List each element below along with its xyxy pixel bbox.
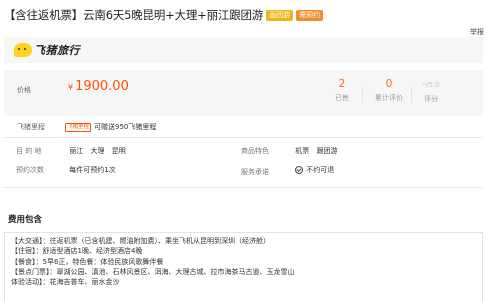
features-values: 机票 跟团游 bbox=[295, 147, 342, 155]
booking-label: 预约次数 bbox=[16, 166, 44, 174]
fee-details-box: 【大交通】：往返机票（已含机建、燃油附加费）、乘坐飞机从昆明到深圳（经济舱） 【… bbox=[4, 232, 483, 301]
rating-score: -/5.0 评分 bbox=[416, 78, 446, 104]
price-amount: 1900.00 bbox=[75, 79, 129, 94]
review-count-label: 累计评价 bbox=[375, 94, 403, 102]
destination-row: 目 的 地 丽江 大理 昆明 bbox=[16, 146, 131, 156]
service-label: 服务承诺 bbox=[241, 168, 269, 176]
feature-item: 跟团游 bbox=[316, 147, 338, 155]
service-row: 服务承诺 不约可退 bbox=[241, 165, 334, 177]
destination-label: 目 的 地 bbox=[16, 147, 42, 155]
rating-score-value: -/5.0 bbox=[422, 78, 440, 90]
features-label: 商品特色 bbox=[241, 147, 269, 155]
currency-symbol: ¥ bbox=[68, 83, 74, 92]
divider bbox=[4, 137, 483, 138]
stat-divider bbox=[411, 87, 412, 103]
review-count[interactable]: 0 累计评价 bbox=[369, 78, 409, 103]
sold-count-label: 已售 bbox=[335, 94, 349, 102]
price-panel: 价格 ¥1900.00 2 已售 0 累计评价 -/5.0 评分 bbox=[4, 70, 483, 116]
miles-tag: 飞猪里程 bbox=[65, 122, 92, 132]
features-row: 商品特色 机票 跟团游 bbox=[241, 146, 342, 156]
destination-item[interactable]: 昆明 bbox=[112, 147, 126, 155]
miles-row: 飞猪里程 飞猪里程 可赠送950飞猪里程 bbox=[17, 122, 156, 132]
service-value: 不约可退 bbox=[295, 165, 334, 175]
review-count-value: 0 bbox=[385, 78, 393, 90]
service-text: 不约可退 bbox=[306, 166, 335, 174]
product-title: 【含往返机票】云南6天5晚昆明+大理+丽江跟团游 bbox=[4, 8, 264, 22]
brand-name: 飞猪旅行 bbox=[34, 44, 80, 57]
fee-line: 【住宿】：舒适型酒店1晚、经济型酒店4晚 bbox=[11, 247, 143, 256]
miles-text: 可赠送950飞猪里程 bbox=[94, 123, 157, 131]
price-label: 价格 bbox=[17, 86, 31, 94]
miles-label: 飞猪里程 bbox=[17, 123, 45, 131]
fee-line: 体验活动】：花海吉普车、丽水金沙 bbox=[11, 278, 120, 287]
fee-section-title: 费用包含 bbox=[8, 215, 43, 225]
sold-count-value: 2 bbox=[338, 78, 346, 90]
destination-values: 丽江 大理 昆明 bbox=[69, 147, 130, 155]
reservation-badge: 需预约 bbox=[296, 9, 324, 21]
product-title-row: 【含往返机票】云南6天5晚昆明+大理+丽江跟团游 画团游 需预约 bbox=[4, 6, 324, 24]
booking-value: 每件可预约1次 bbox=[69, 166, 116, 174]
fee-line: 【大交通】：往返机票（已含机建、燃油附加费）、乘坐飞机从昆明到深圳（经济舱） bbox=[11, 237, 270, 245]
rating-score-label: 评分 bbox=[424, 95, 438, 103]
fee-line: 【景点门票】：翠湖公园、滇池、石林风景区、洱海、大理古城、拉市海茶马古道、玉龙雪… bbox=[11, 267, 295, 276]
fliggy-logo-icon bbox=[14, 43, 32, 57]
feature-item: 机票 bbox=[295, 147, 310, 155]
report-link[interactable]: 举报 bbox=[470, 27, 484, 37]
price-value: ¥1900.00 bbox=[68, 79, 129, 94]
fee-line: 【餐食】：5早6正，特色餐：体验民族风歌舞伴餐 bbox=[11, 257, 164, 266]
destination-item[interactable]: 丽江 bbox=[69, 147, 83, 155]
destination-item[interactable]: 大理 bbox=[90, 147, 104, 155]
divider bbox=[4, 187, 483, 188]
brand-bar: 飞猪旅行 bbox=[4, 37, 483, 63]
booking-row: 预约次数 每件可预约1次 bbox=[16, 165, 116, 175]
stat-divider bbox=[362, 87, 363, 103]
tour-type-badge: 画团游 bbox=[266, 9, 294, 21]
sold-count: 2 已售 bbox=[329, 78, 355, 103]
check-circle-icon bbox=[295, 166, 304, 174]
